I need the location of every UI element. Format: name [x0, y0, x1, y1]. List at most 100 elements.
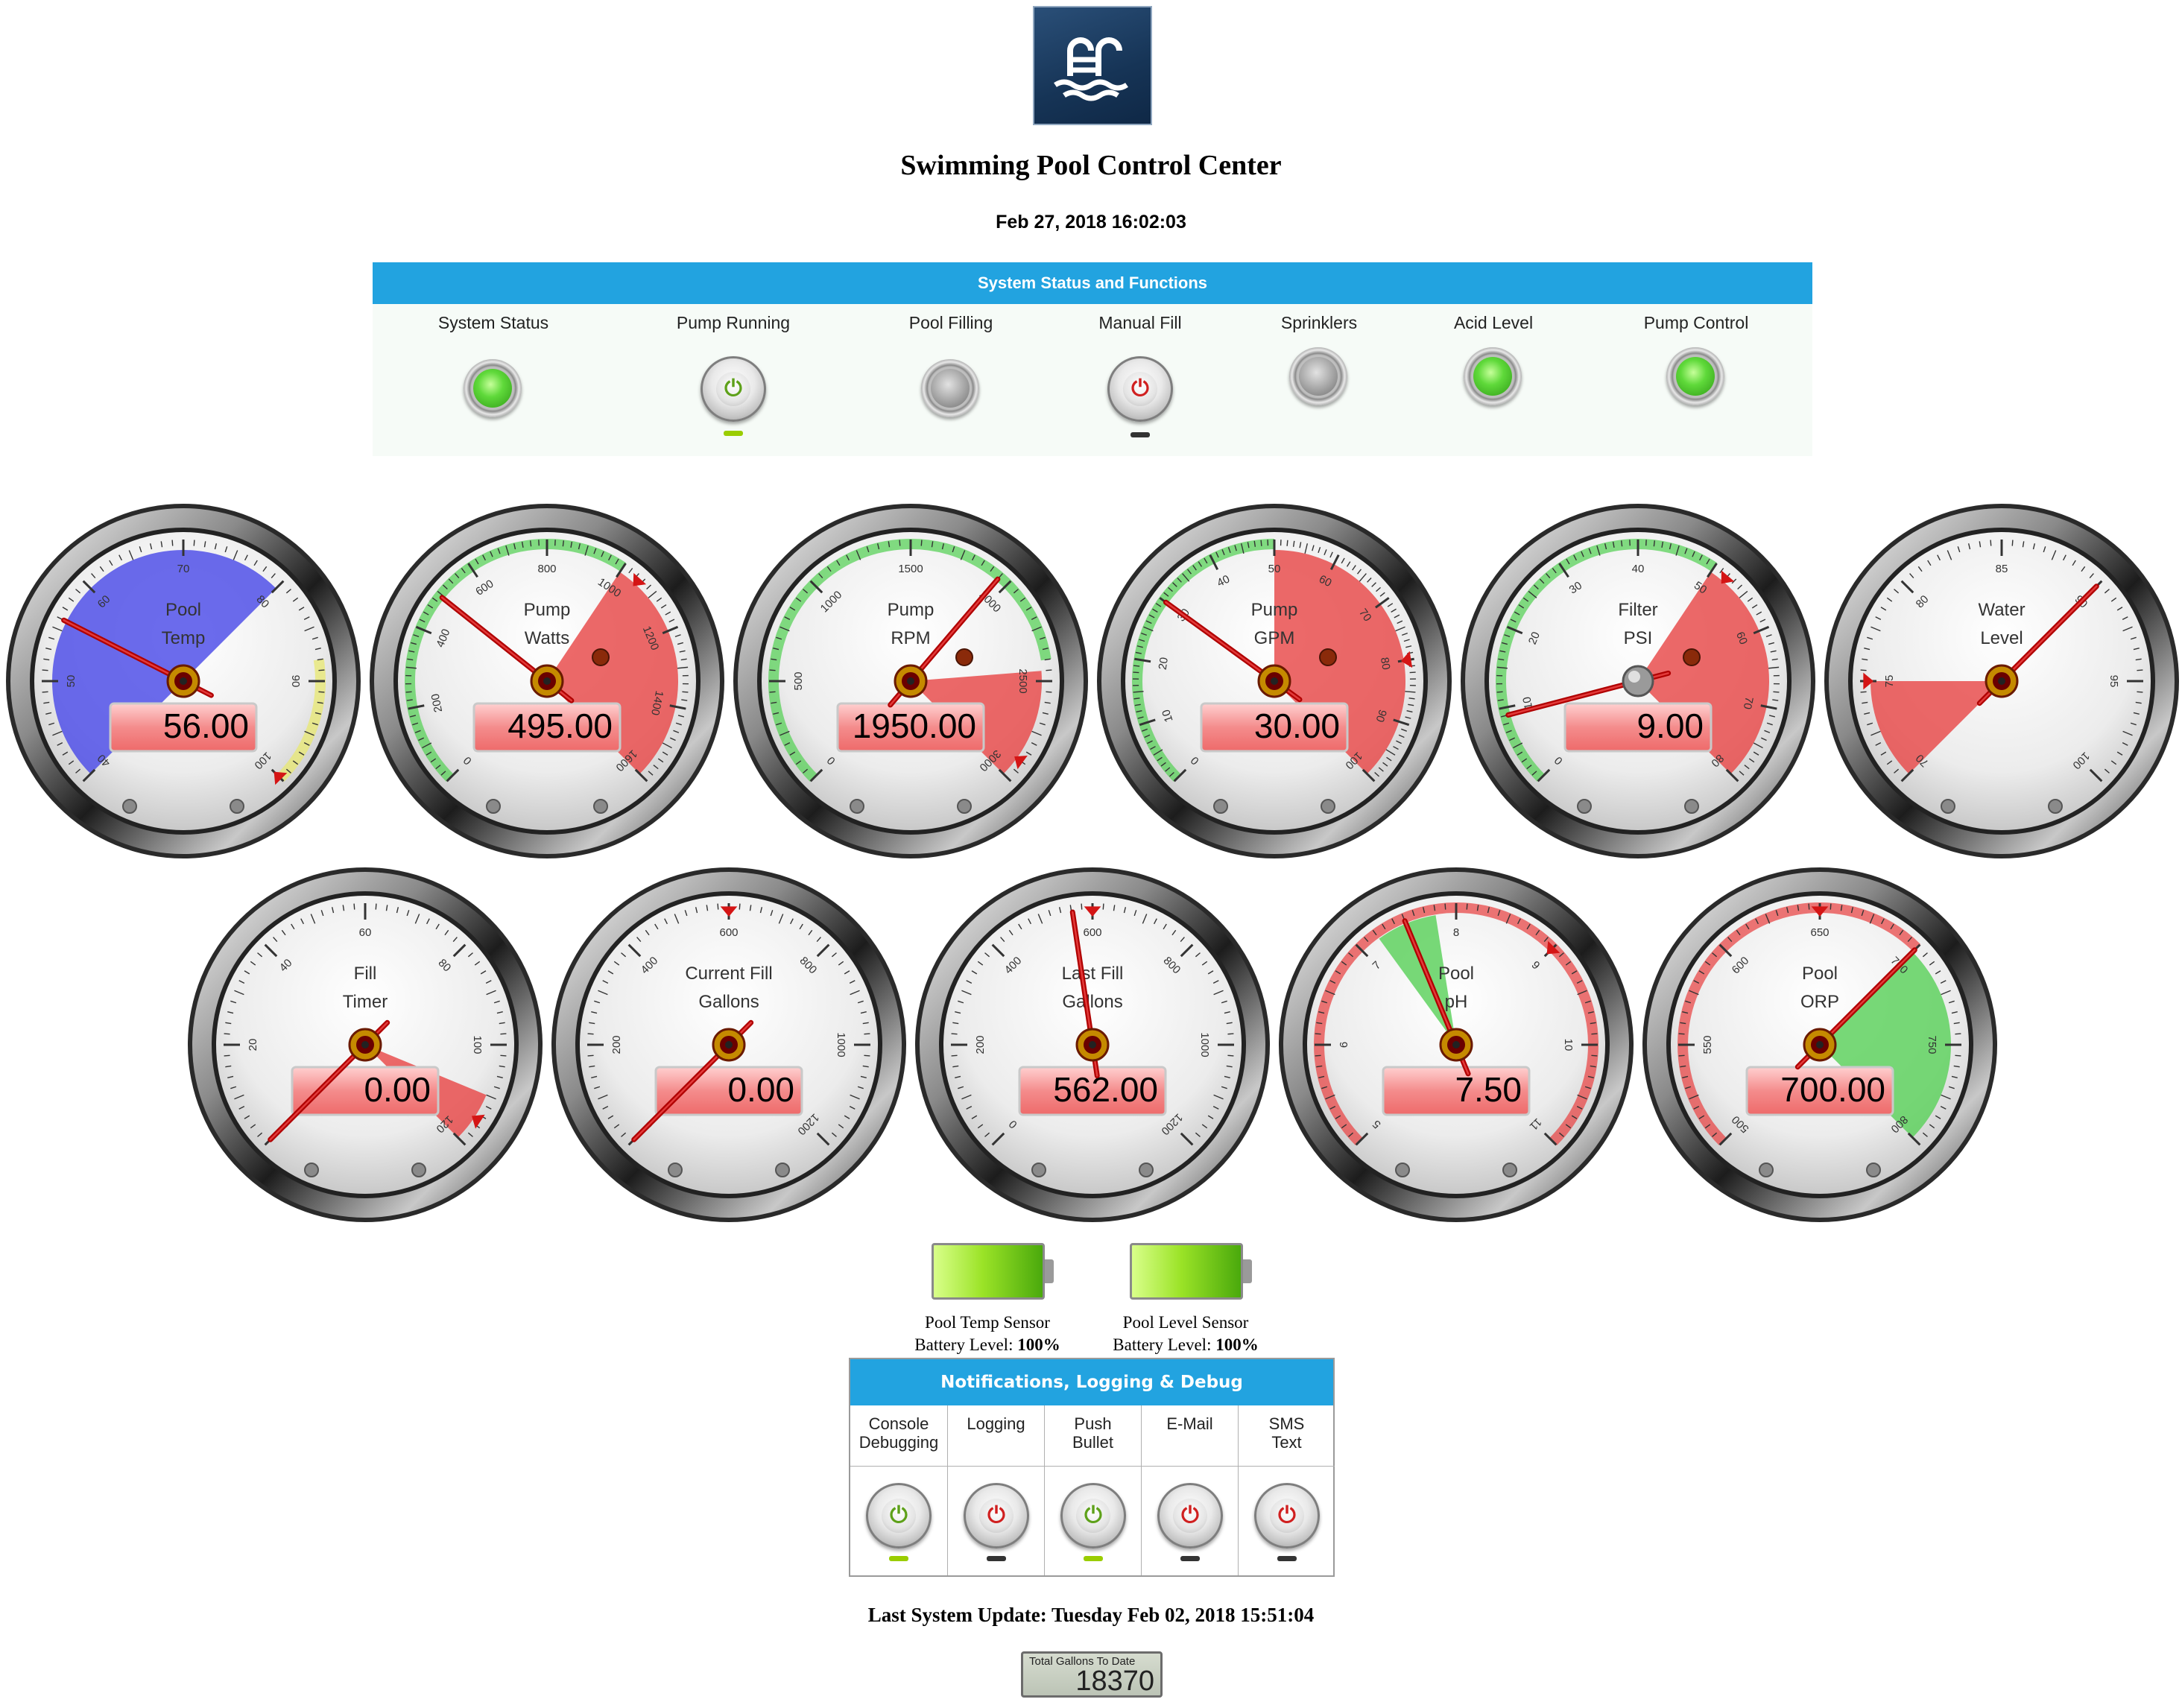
gauge-value: 56.00	[163, 706, 249, 745]
manual-fill-toggle[interactable]: ⏻	[1107, 356, 1173, 422]
gauge-unit: ORP	[1800, 992, 1839, 1012]
console-debugging-toggle[interactable]: ⏻	[866, 1483, 932, 1549]
gauge-hub-dot	[1452, 1041, 1460, 1048]
pool-temp-gauge: 405060708090100PoolTemp56.00	[6, 504, 361, 858]
gauge-minor-tick	[1860, 669, 1867, 671]
email-indicator	[1180, 1556, 1200, 1561]
push-bullet-toggle[interactable]: ⏻	[1060, 1483, 1126, 1549]
gauge-tick-label: 80	[1378, 657, 1392, 671]
gauge-tick-label: 95	[2107, 675, 2120, 688]
gauge-tick-label: 600	[1083, 926, 1101, 939]
gauge-tick-label: 200	[974, 1035, 987, 1054]
gauge-value: 700.00	[1780, 1070, 1885, 1109]
system-status-panel: System Status and Functions System Statu…	[373, 262, 1812, 456]
gauge-hub-dot	[1089, 1041, 1096, 1048]
gauge-title: Fill	[354, 964, 377, 984]
battery-sensor-name: Pool Level Sensor	[1122, 1313, 1249, 1332]
status-item-system-status: System Status	[404, 313, 583, 417]
pump-running-toggle[interactable]: ⏻	[701, 356, 766, 422]
status-panel-header: System Status and Functions	[373, 262, 1812, 304]
gauge-minor-tick	[224, 1054, 230, 1057]
gauge-minor-tick	[318, 669, 325, 671]
gauge-tick-label: 200	[610, 1035, 623, 1054]
gauge-tick-label: 70	[1741, 696, 1756, 711]
gauge-value: 0.00	[364, 1070, 431, 1109]
notif-label: Logging	[948, 1405, 1044, 1467]
gauge-screw	[2048, 799, 2063, 814]
page-title: Swimming Pool Control Center	[900, 150, 1282, 181]
gauge-minor-tick	[1133, 665, 1140, 667]
power-icon: ⏻	[1076, 1499, 1110, 1533]
gauge-screw	[1866, 1163, 1881, 1177]
battery-level-value: 100%	[1215, 1335, 1259, 1354]
gauge-value: 0.00	[727, 1070, 794, 1109]
gauge-title: Pump	[888, 600, 935, 620]
status-label: Pump Running	[676, 313, 791, 332]
notifications-panel: Notifications, Logging & Debug Console De…	[849, 1358, 1335, 1577]
power-icon: ⏻	[882, 1499, 916, 1533]
gauge-title: Pool	[1802, 964, 1838, 984]
gauge-value: 562.00	[1053, 1070, 1158, 1109]
gauge-alarm-lamp	[1683, 648, 1701, 666]
gauge-tick-label: 75	[1883, 675, 1896, 688]
pool-logo	[1033, 6, 1152, 125]
gauge-hub-dot	[543, 677, 551, 685]
gauge-tick-label: 70	[177, 563, 190, 575]
push-bullet-indicator	[1084, 1556, 1103, 1561]
email-toggle[interactable]: ⏻	[1157, 1483, 1223, 1549]
gauge-unit: GPM	[1254, 628, 1295, 648]
gauge-title: Water	[1978, 600, 2025, 620]
gauge-value: 7.50	[1455, 1070, 1522, 1109]
gauge-screw	[593, 799, 608, 814]
status-item-pool-filling: Pool Filling	[861, 313, 1040, 417]
gauge-title: Filter	[1618, 600, 1657, 620]
power-icon: ⏻	[1270, 1499, 1304, 1533]
pool-ph-gauge: 567891011PoolpH7.50	[1279, 867, 1634, 1222]
battery-level-line: Battery Level: 100%	[914, 1335, 1060, 1354]
gauge-hub-dot	[725, 1041, 733, 1048]
gauge-screw	[668, 1163, 683, 1177]
gauge-value: 9.00	[1636, 706, 1704, 745]
gauge-hub-shine	[1628, 671, 1640, 683]
gauge-tick-label: 85	[1996, 563, 2008, 575]
status-label: Sprinklers	[1280, 313, 1358, 332]
gauge-unit: Gallons	[698, 992, 759, 1012]
gauge-unit: Timer	[343, 992, 388, 1012]
gauge-screw	[850, 799, 864, 814]
current-datetime: Feb 27, 2018 16:02:03	[996, 212, 1186, 233]
gauge-minor-tick	[1046, 669, 1052, 671]
pump-gpm-gauge: 0102030405060708090100PumpGPM30.00	[1097, 504, 1452, 858]
sms-text-toggle[interactable]: ⏻	[1254, 1483, 1320, 1549]
gauge-tick-label: 20	[247, 1039, 259, 1051]
gauge-unit: RPM	[891, 628, 930, 648]
total-gallons-counter: Total Gallons To Date 18370	[1021, 1651, 1163, 1698]
logging-toggle[interactable]: ⏻	[964, 1483, 1029, 1549]
gauge-screw	[1502, 1163, 1517, 1177]
status-label: Pump Control	[1643, 313, 1749, 332]
gauge-tick-label: 550	[1701, 1035, 1714, 1054]
power-icon: ⏻	[1123, 372, 1157, 406]
gauge-unit: Gallons	[1062, 992, 1122, 1012]
gauge-screw	[1941, 799, 1955, 814]
filter-psi-gauge: 01020304050607080FilterPSI9.00	[1461, 504, 1815, 858]
gauge-minor-tick	[1409, 671, 1416, 674]
battery-tip	[1045, 1259, 1054, 1283]
gauge-minor-tick	[1133, 698, 1140, 700]
notif-sms-text: SMS Text ⏻	[1238, 1405, 1335, 1575]
gauge-title: Current Fill	[685, 964, 772, 984]
status-label: System Status	[437, 313, 549, 332]
battery-level-line: Battery Level: 100%	[1113, 1335, 1259, 1354]
gauge-minor-tick	[1408, 698, 1415, 700]
gauge-tick-label: 2500	[1016, 668, 1029, 693]
gauge-minor-tick	[899, 540, 901, 546]
gauge-tick-label: 6	[1338, 1042, 1350, 1048]
gauge-minor-tick	[1286, 540, 1288, 546]
gauge-tick-label: 1000	[835, 1032, 847, 1057]
gauge-hub-dot	[1271, 677, 1278, 685]
gauge-title: Last Fill	[1062, 964, 1124, 984]
notif-label: Push Bullet	[1045, 1405, 1141, 1467]
fill-timer-gauge: 020406080100120FillTimer0.00	[188, 867, 543, 1222]
gauge-unit: Watts	[525, 628, 569, 648]
gauge-tick-label: 800	[537, 563, 556, 575]
gauge-value: 495.00	[507, 706, 613, 745]
